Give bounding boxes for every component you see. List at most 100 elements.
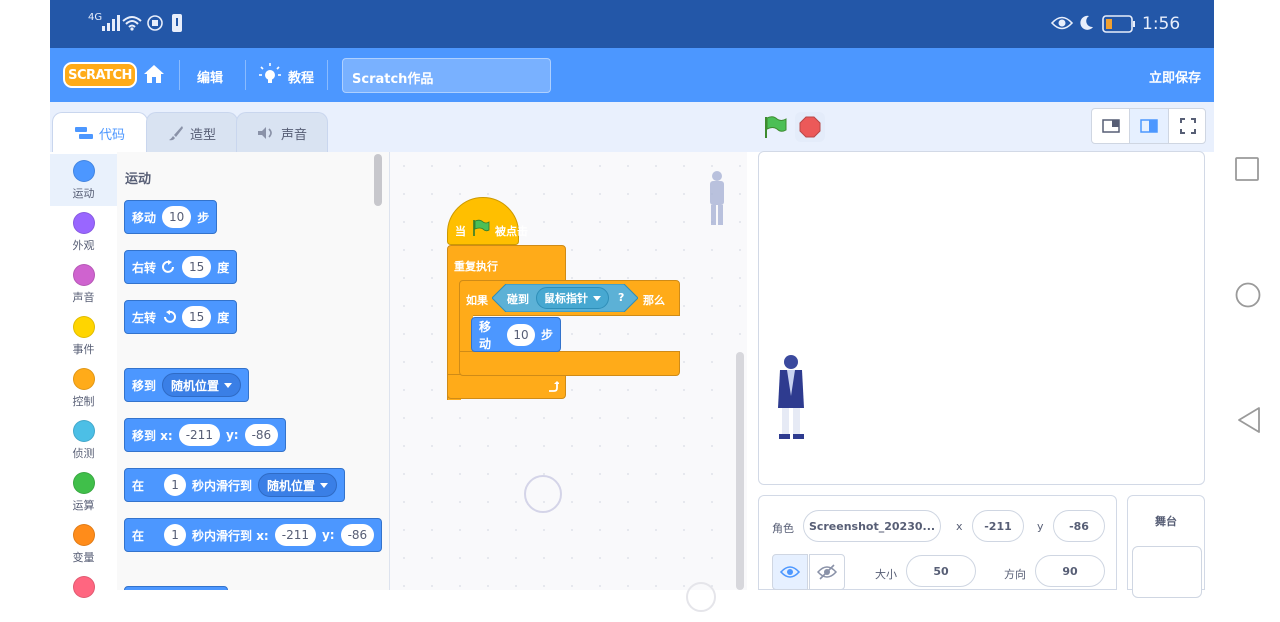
seconds-input[interactable]: 1 <box>164 474 187 496</box>
sprite-figure[interactable] <box>775 352 807 440</box>
stage-thumbnail[interactable] <box>1132 546 1202 598</box>
category-sensing[interactable]: 侦测 <box>50 414 117 466</box>
zoom-button[interactable] <box>686 582 716 612</box>
stop-button[interactable] <box>795 112 825 142</box>
glide-xy-block[interactable]: 在 1 秒内滑行到 x: -211 y: -86 <box>124 518 383 552</box>
forever-block[interactable]: 重复执行 <box>447 245 566 282</box>
hide-sprite-button[interactable] <box>809 554 845 590</box>
block-palette: 运动 移动 10 步 右转 15 度 左转 15 度 移到 随机位置 移到 x:… <box>117 152 390 590</box>
if-then-block[interactable]: 如果 碰到 鼠标指针 ? 那么 <box>459 280 680 316</box>
tab-costumes[interactable]: 造型 <box>146 112 238 153</box>
scratch-logo[interactable]: SCRATCH <box>63 62 137 88</box>
category-label: 声音 <box>72 291 95 304</box>
steps-input[interactable]: 10 <box>162 206 192 228</box>
category-label: 事件 <box>72 343 95 356</box>
menu-tutorials[interactable]: 教程 <box>288 67 314 86</box>
category-my-blocks[interactable] <box>50 570 117 622</box>
caret-down-icon <box>593 295 601 301</box>
category-dot <box>72 264 95 286</box>
category-variables[interactable]: 变量 <box>50 518 117 570</box>
script-area[interactable]: 当 被点击 重复执行 如果 碰到 鼠标指针 ? 那么 移动 10 步 <box>390 152 747 612</box>
x-input[interactable]: -211 <box>274 524 316 546</box>
network-indicator: 4G <box>88 12 103 23</box>
sprite-name-input[interactable]: Screenshot_20230... <box>803 510 941 542</box>
forever-bottom <box>447 374 566 399</box>
touch-target-dropdown[interactable]: 鼠标指针 <box>536 287 609 309</box>
category-control[interactable]: 控制 <box>50 362 117 414</box>
steps-input[interactable]: 10 <box>506 323 535 346</box>
category-sound[interactable]: 声音 <box>50 258 117 310</box>
script-scrollbar[interactable] <box>736 352 744 590</box>
y-input[interactable]: -86 <box>244 424 279 446</box>
wifi-icon <box>122 16 142 31</box>
turn-right-block[interactable]: 右转 15 度 <box>124 250 238 284</box>
clock: 1:56 <box>1142 14 1181 34</box>
block-label: ? <box>618 291 625 304</box>
if-bottom <box>459 351 680 376</box>
show-sprite-button[interactable] <box>772 554 808 590</box>
menu-edit[interactable]: 编辑 <box>197 67 223 86</box>
normal-stage-button[interactable] <box>1130 109 1169 143</box>
move-steps-block[interactable]: 移动 10 步 <box>124 200 218 234</box>
move-steps-block[interactable]: 移动 10 步 <box>471 317 561 352</box>
block-label: 度 <box>217 310 230 325</box>
project-title-input[interactable]: Scratch作品 <box>342 58 551 93</box>
tab-code[interactable]: 代码 <box>52 112 148 153</box>
category-dot <box>72 524 95 546</box>
touching-block[interactable]: 碰到 鼠标指针 ? <box>492 284 638 312</box>
block-label: y: <box>321 528 335 542</box>
fullscreen-button[interactable] <box>1169 109 1206 143</box>
category-motion[interactable]: 运动 <box>50 154 117 206</box>
stage-selector[interactable]: 舞台 <box>1127 495 1205 598</box>
back-icon[interactable] <box>1237 406 1261 434</box>
when-flag-clicked-block[interactable]: 当 被点击 <box>447 197 528 245</box>
turn-left-block[interactable]: 左转 15 度 <box>124 300 238 334</box>
direction-input[interactable]: 90 <box>1035 555 1105 587</box>
block-label: 右转 <box>132 260 157 275</box>
y-input[interactable]: -86 <box>340 524 375 546</box>
palette-scrollbar[interactable] <box>374 154 382 206</box>
stage-size-controls <box>1091 108 1206 144</box>
stop-icon <box>799 116 821 138</box>
battery-icon <box>1102 15 1135 33</box>
small-stage-button[interactable] <box>1092 109 1130 143</box>
block-label: 那么 <box>643 294 665 307</box>
seconds-input[interactable]: 1 <box>164 524 187 546</box>
eye-icon <box>780 566 800 578</box>
category-dot <box>72 472 95 494</box>
x-position-input[interactable]: -211 <box>972 510 1024 542</box>
normal-stage-icon <box>1140 119 1158 133</box>
x-input[interactable]: -211 <box>178 424 220 446</box>
recent-apps-icon[interactable] <box>1235 157 1259 181</box>
degrees-input[interactable]: 15 <box>182 306 212 328</box>
glide-to-block[interactable]: 在 1 秒内滑行到 随机位置 <box>124 468 346 502</box>
rotate-left-icon <box>164 310 177 323</box>
green-flag-icon[interactable] <box>763 115 787 139</box>
home-icon[interactable] <box>143 64 165 84</box>
x-value: -211 <box>984 519 1012 533</box>
save-now-button[interactable]: 立即保存 <box>1149 67 1201 86</box>
degrees-input[interactable]: 15 <box>182 256 212 278</box>
sprite-thumbnail <box>710 171 724 225</box>
lightbulb-icon[interactable] <box>259 63 281 85</box>
category-looks[interactable]: 外观 <box>50 206 117 258</box>
home-nav-icon[interactable] <box>1235 282 1261 308</box>
category-events[interactable]: 事件 <box>50 310 117 362</box>
partial-block[interactable] <box>124 586 228 590</box>
block-label: 左转 <box>132 310 157 325</box>
direction-value: 90 <box>1062 564 1078 578</box>
tab-code-label: 代码 <box>98 127 125 143</box>
y-label: y <box>1037 520 1044 533</box>
glide-target-dropdown[interactable]: 随机位置 <box>258 473 338 497</box>
goto-xy-block[interactable]: 移到 x: -211 y: -86 <box>124 418 287 452</box>
small-stage-icon <box>1101 119 1120 133</box>
stage[interactable] <box>758 151 1205 485</box>
size-input[interactable]: 50 <box>906 555 976 587</box>
category-dot <box>72 316 95 338</box>
goto-block[interactable]: 移到 随机位置 <box>124 368 250 402</box>
tab-sounds[interactable]: 声音 <box>236 112 328 153</box>
menu-bar: SCRATCH 编辑 教程 Scratch作品 立即保存 <box>50 48 1214 102</box>
goto-target-dropdown[interactable]: 随机位置 <box>162 373 242 397</box>
category-operators[interactable]: 运算 <box>50 466 117 518</box>
y-position-input[interactable]: -86 <box>1053 510 1105 542</box>
